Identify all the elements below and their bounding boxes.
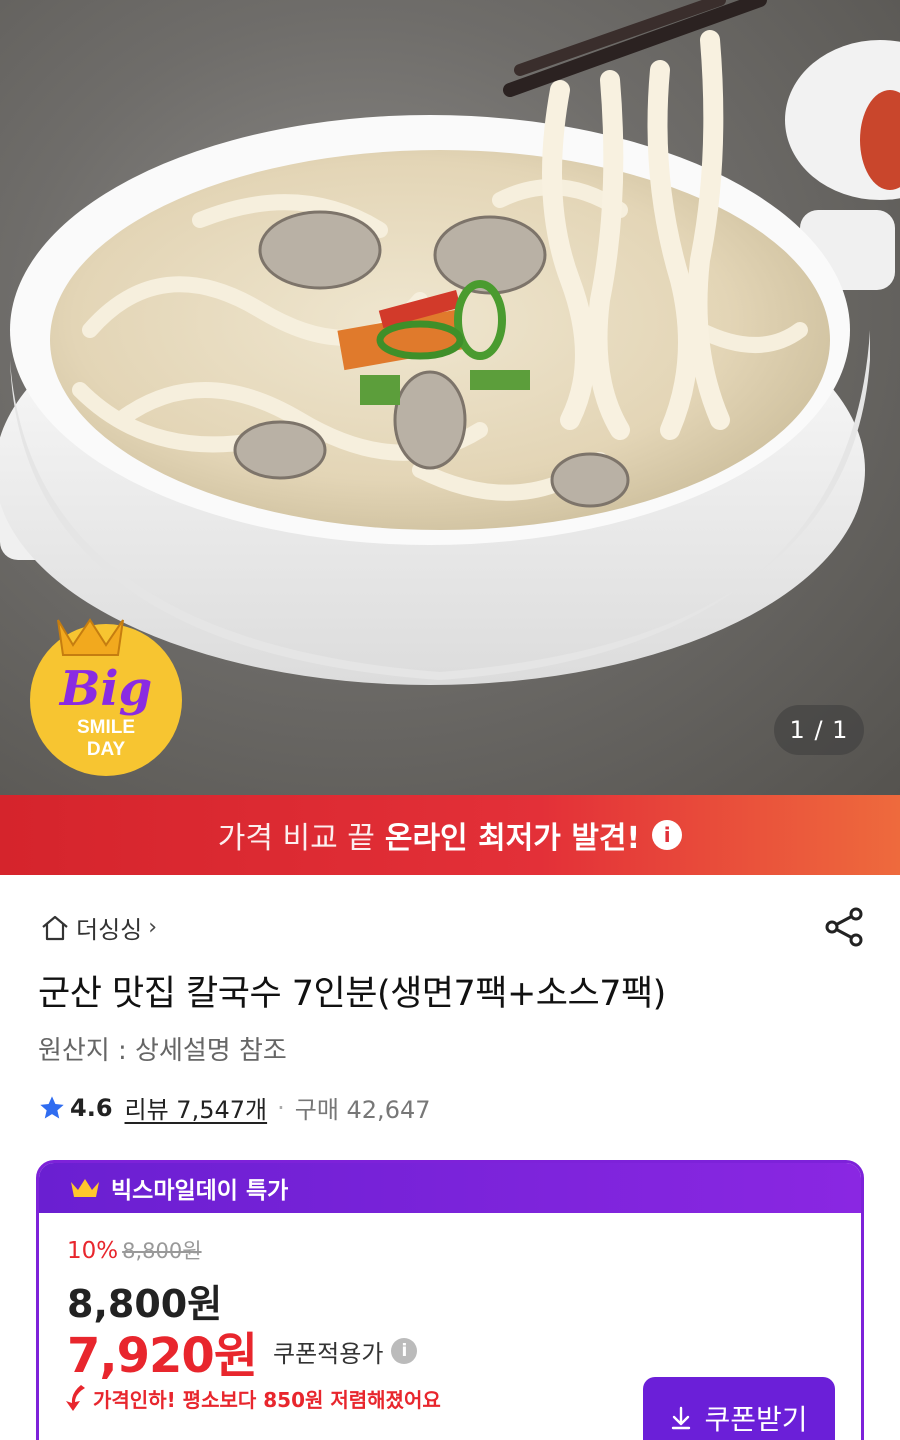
image-counter: 1 / 1	[774, 705, 864, 755]
rating-score: 4.6	[70, 1093, 113, 1122]
star-icon	[40, 1095, 64, 1118]
badge-smile-text: SMILE	[77, 717, 135, 738]
origin-info: 원산지 : 상세설명 참조	[38, 1036, 287, 1066]
lowest-price-banner[interactable]: 가격 비교 끝 온라인 최저가 발견! i	[0, 795, 900, 875]
badge-big-text: Big	[58, 661, 152, 717]
purchase-count: 구매 42,647	[294, 1096, 431, 1124]
review-count-link[interactable]: 리뷰 7,547개	[125, 1090, 268, 1125]
product-image-carousel[interactable]: Big SMILE DAY 1 / 1	[0, 0, 900, 795]
big-smile-day-deal-box: 빅스마일데이 특가 10% 8,800원 8,800원 7,920원 쿠폰적용가…	[36, 1160, 864, 1440]
original-price: 8,800원	[122, 1239, 202, 1263]
share-icon[interactable]	[822, 905, 866, 949]
coupon-price-row: 7,920원 쿠폰적용가 i	[67, 1316, 418, 1386]
home-icon	[42, 915, 68, 940]
product-title: 군산 맛집 칼국수 7인분(생면7팩+소스7팩)	[38, 974, 666, 1014]
crown-icon	[71, 1179, 99, 1197]
get-coupon-label: 쿠폰받기	[704, 1404, 808, 1435]
deal-header: 빅스마일데이 특가	[39, 1163, 861, 1213]
get-coupon-button[interactable]: 쿠폰받기	[643, 1377, 835, 1440]
chevron-right-icon: ›	[148, 915, 158, 940]
info-icon[interactable]: i	[652, 820, 683, 850]
banner-prefix: 가격 비교 끝	[217, 821, 375, 856]
big-smile-day-badge: Big SMILE DAY	[30, 618, 182, 776]
price-drop-text: 가격인하! 평소보다 850원 저렴해졌어요	[93, 1387, 441, 1412]
deal-header-label: 빅스마일데이 특가	[111, 1178, 289, 1204]
arrow-down-icon	[66, 1385, 85, 1411]
discount-percent: 10%	[67, 1238, 119, 1264]
banner-highlight: 온라인 최저가 발견!	[384, 821, 641, 856]
badge-day-text: DAY	[87, 739, 126, 760]
store-link[interactable]: 더싱싱 ›	[40, 910, 157, 945]
download-icon	[672, 1406, 691, 1430]
coupon-price-label: 쿠폰적용가	[273, 1339, 384, 1368]
info-icon[interactable]: i	[391, 1338, 418, 1364]
rating-row: 4.6 리뷰 7,547개 · 구매 42,647	[38, 1090, 431, 1125]
coupon-price: 7,920원	[67, 1328, 258, 1384]
price-drop-notice: 가격인하! 평소보다 850원 저렴해졌어요	[63, 1383, 441, 1413]
discount-row: 10% 8,800원	[67, 1235, 202, 1265]
store-name: 더싱싱	[76, 916, 143, 944]
separator-dot: ·	[277, 1093, 285, 1122]
